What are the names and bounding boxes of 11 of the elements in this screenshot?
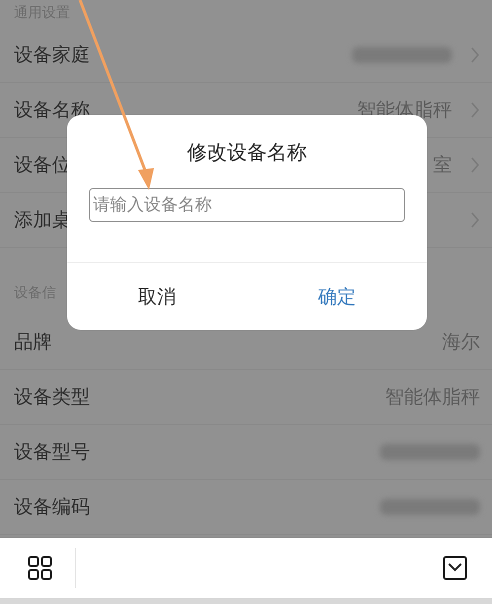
dialog-title: 修改设备名称 xyxy=(187,139,307,166)
name-input-field[interactable]: 请输入设备名称 xyxy=(89,188,405,222)
setting-label: 设备家庭 xyxy=(14,43,90,68)
setting-label: 设备编码 xyxy=(14,495,90,520)
setting-label: 设备型号 xyxy=(14,440,90,465)
settings-row[interactable]: 设备型号 xyxy=(0,425,492,480)
setting-label: 品牌 xyxy=(14,330,52,355)
chevron-box-icon xyxy=(442,555,468,581)
setting-label: 设备类型 xyxy=(14,385,90,410)
settings-row[interactable]: 设备编码 xyxy=(0,480,492,535)
grid-icon xyxy=(27,555,53,581)
